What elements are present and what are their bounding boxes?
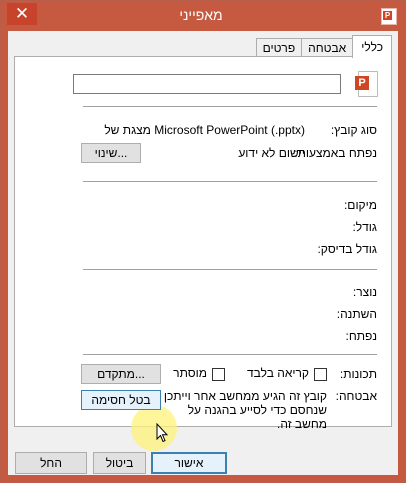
file-type-label: סוג קובץ: — [330, 123, 377, 137]
apply-button[interactable]: החל — [15, 452, 87, 474]
file-badge-letter: P — [355, 76, 369, 90]
file-name-input[interactable] — [73, 74, 341, 94]
attributes-label: תכונות: — [339, 367, 377, 381]
tab-details[interactable]: פרטים — [255, 38, 303, 57]
cancel-button[interactable]: ביטול — [93, 452, 146, 474]
powerpoint-file-icon: P — [355, 71, 378, 97]
size-label: גודל: — [352, 220, 377, 234]
created-label: נוצר: — [352, 285, 377, 299]
dialog-client-area: כללי אבטחה פרטים P סוג קובץ: מצגת של Mic… — [8, 31, 398, 475]
security-warning-line-3: מחשב זה. — [277, 417, 327, 431]
hidden-checkbox[interactable] — [212, 368, 225, 381]
opens-with-value: יישום לא ידוע — [238, 146, 305, 160]
divider — [83, 106, 377, 107]
change-button[interactable]: שינוי... — [81, 143, 141, 163]
opens-with-label: נפתח באמצעות: — [294, 146, 377, 160]
general-tab-panel: P סוג קובץ: מצגת של Microsoft PowerPoint… — [14, 56, 392, 451]
powerpoint-icon-letter: P — [383, 11, 392, 20]
readonly-checkbox[interactable] — [314, 368, 327, 381]
security-label: אבטחה: — [335, 389, 377, 403]
file-type-value: מצגת של Microsoft PowerPoint (.pptx) — [104, 123, 305, 137]
title-bar[interactable]: ✕ מאפייני P — [1, 1, 405, 31]
security-warning-line-1: קובץ זה הגיע ממחשב אחר וייתכן — [163, 389, 327, 403]
ok-button[interactable]: אישור — [151, 452, 227, 474]
security-warning-line-2: שנחסם כדי לסייע בהגנה על — [187, 403, 327, 417]
divider — [83, 181, 377, 182]
powerpoint-app-icon: P — [381, 8, 397, 25]
close-button[interactable]: ✕ — [7, 3, 37, 25]
window-title: מאפייני — [179, 7, 223, 23]
divider — [83, 354, 377, 355]
readonly-label[interactable]: קריאה בלבד — [247, 366, 309, 380]
tab-security[interactable]: אבטחה — [301, 38, 354, 57]
advanced-button[interactable]: מתקדם... — [81, 364, 161, 384]
properties-window: ✕ מאפייני P כללי אבטחה פרטים P סוג קובץ:… — [0, 0, 406, 483]
accessed-label: נפתח: — [345, 329, 377, 343]
tab-general[interactable]: כללי — [352, 35, 392, 58]
unblock-button[interactable]: בטל חסימה — [81, 390, 161, 410]
mouse-pointer-icon — [156, 423, 169, 443]
cursor-highlight — [131, 405, 177, 451]
hidden-label[interactable]: מוסתר — [173, 366, 207, 380]
tab-strip: כללי אבטחה פרטים — [255, 35, 392, 58]
modified-label: השתנה: — [336, 307, 377, 321]
divider — [83, 269, 377, 270]
size-on-disk-label: גודל בדיסק: — [317, 242, 377, 256]
location-label: מיקום: — [343, 198, 377, 212]
